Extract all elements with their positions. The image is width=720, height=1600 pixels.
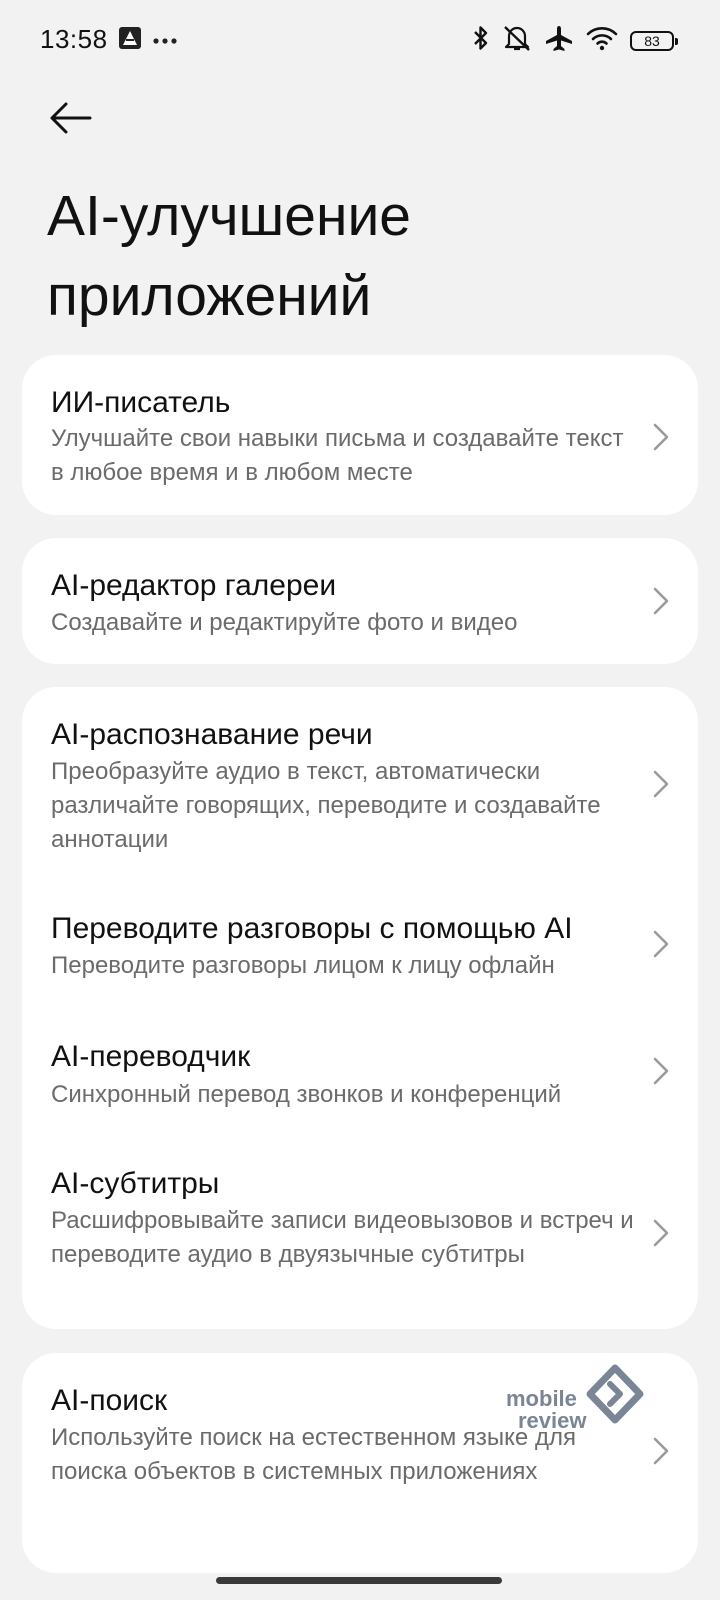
chevron-right-icon (650, 1055, 672, 1087)
wifi-icon (586, 25, 618, 56)
app-notification-icon (118, 26, 142, 55)
settings-card-speech-translation: AI-распознавание речи Преобразуйте аудио… (22, 687, 698, 1329)
item-title: AI-субтитры (51, 1167, 220, 1200)
battery-level: 83 (644, 32, 660, 49)
list-item-ai-speech-recognition[interactable]: AI-распознавание речи Преобразуйте аудио… (22, 687, 698, 867)
chevron-right-icon (650, 421, 672, 453)
item-title: Переводите разговоры с помощью AI (51, 912, 573, 945)
item-description: Преобразуйте аудио в текст, автоматическ… (51, 758, 601, 853)
item-title: AI-редактор галереи (51, 569, 337, 602)
arrow-left-icon (48, 102, 92, 142)
page-title: AI-улучшение приложений (47, 184, 411, 328)
list-item-ai-conversation-translation[interactable]: Переводите разговоры с помощью AI Перево… (22, 882, 698, 994)
more-dots-icon (152, 32, 178, 50)
list-item-ai-gallery-editor[interactable]: AI-редактор галереи Создавайте и редакти… (22, 538, 698, 664)
list-item-ai-subtitles[interactable]: AI-субтитры Расшифровывайте записи видео… (22, 1137, 698, 1317)
chevron-right-icon (650, 768, 672, 800)
list-item-ai-translator[interactable]: AI-переводчик Синхронный перевод звонков… (22, 1010, 698, 1120)
watermark-line2: review (518, 1408, 587, 1433)
item-title: AI-переводчик (51, 1040, 251, 1073)
chevron-right-icon (650, 1217, 672, 1249)
item-title: AI-поиск (51, 1384, 168, 1417)
item-description: Улучшайте свои навыки письма и создавайт… (51, 425, 624, 486)
diamond-logo-icon (586, 1364, 644, 1429)
home-indicator[interactable] (216, 1577, 502, 1584)
watermark-logo: mobile review (506, 1364, 662, 1448)
settings-card-gallery: AI-редактор галереи Создавайте и редакти… (22, 538, 698, 664)
item-description: Расшифровывайте записи видеовызовов и вс… (51, 1207, 634, 1268)
item-title: ИИ-писатель (51, 386, 231, 419)
status-bar: 13:58 83 (0, 0, 720, 80)
item-description: Создавайте и редактируйте фото и видео (51, 609, 518, 636)
item-title: AI-распознавание речи (51, 718, 373, 751)
list-item-ai-writer[interactable]: ИИ-писатель Улучшайте свои навыки письма… (22, 355, 698, 515)
status-time: 13:58 (40, 24, 108, 54)
bluetooth-icon (472, 24, 490, 57)
battery-indicator: 83 (630, 30, 678, 51)
item-description: Синхронный перевод звонков и конференций (51, 1081, 562, 1108)
chevron-right-icon (650, 585, 672, 617)
back-button[interactable] (48, 98, 98, 142)
mute-icon (502, 24, 532, 57)
item-description: Переводите разговоры лицом к лицу офлайн (51, 952, 555, 979)
settings-card-writer: ИИ-писатель Улучшайте свои навыки письма… (22, 355, 698, 515)
airplane-mode-icon (544, 24, 574, 57)
chevron-right-icon (650, 928, 672, 960)
